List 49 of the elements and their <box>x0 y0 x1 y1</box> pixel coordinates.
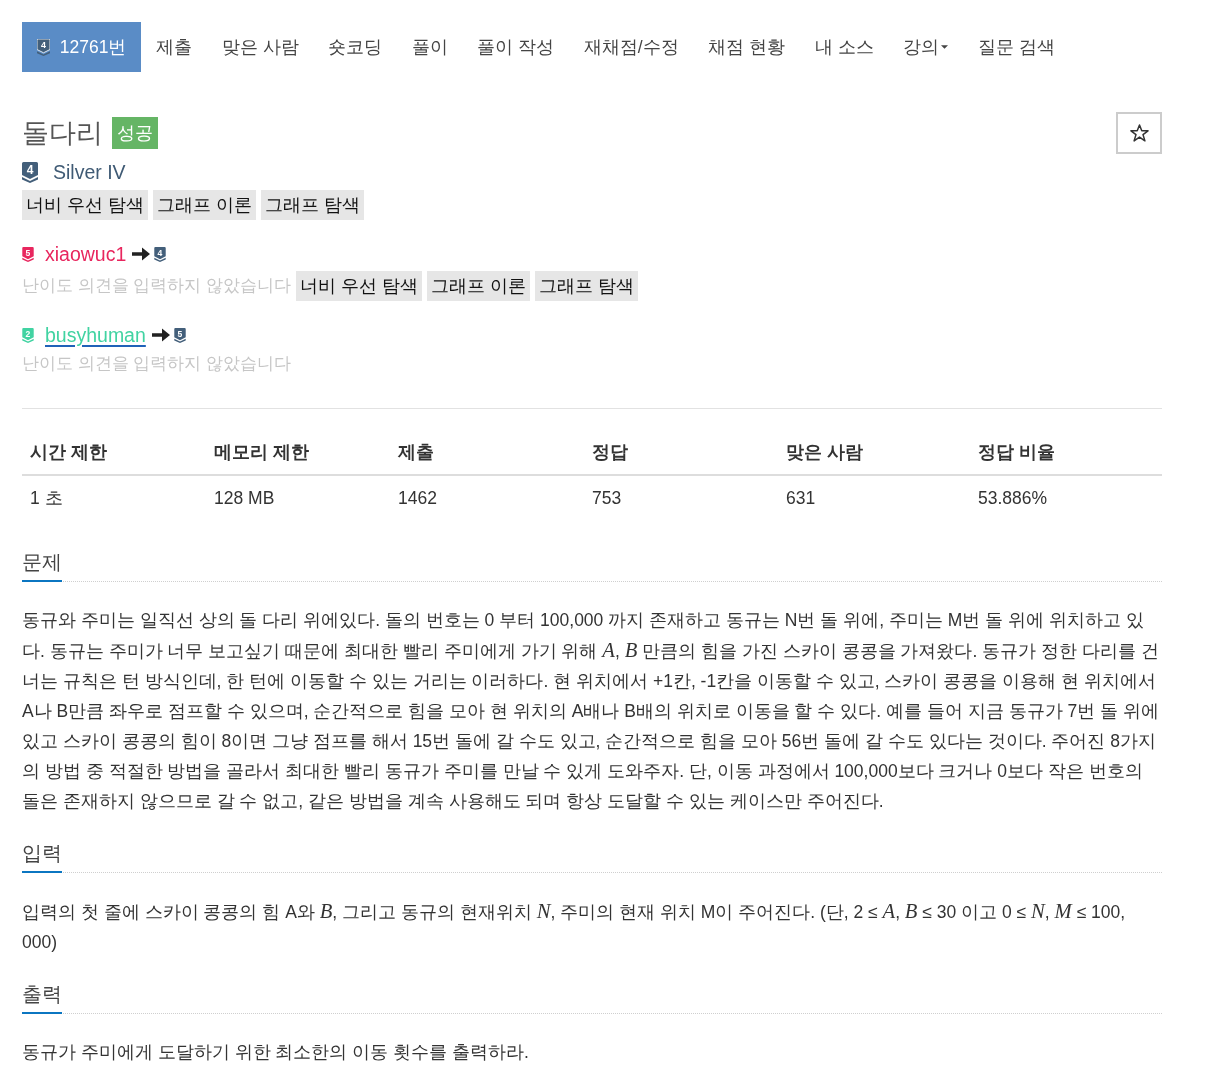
tag[interactable]: 그래프 탐색 <box>261 190 365 220</box>
tier-badge: 2 <box>22 327 34 343</box>
nav-tab[interactable]: 질문 검색 <box>963 22 1070 72</box>
arrow-icon <box>150 327 171 343</box>
opinion-note: 난이도 의견을 입력하지 않았습니다 <box>22 353 292 375</box>
tag[interactable]: 너비 우선 탐색 <box>22 190 148 220</box>
section-heading: 입력 <box>22 839 62 873</box>
tag[interactable]: 그래프 탐색 <box>535 271 639 301</box>
nav-tab[interactable]: 풀이 작성 <box>462 22 569 72</box>
table-cell-text: 128 MB <box>213 487 276 510</box>
opinion-note: 난이도 의견을 입력하지 않았습니다 <box>22 275 292 297</box>
section-text: 동규와 주미는 일직선 상의 돌 다리 위에있다. 돌의 번호는 0 부터 100,000 까지 존재하고 동규는 N번 돌 위에, 주미는 M번 돌 위에 위치하고 있다. 동규는 주미가 너무 보고싶기 때문에 최대한 빨리 주미에게 가기 위해 A, B 만큼의 힘을 가진 스카이 콩콩을 가져왔다. 동규가 정한 다리를 건너는 규칙은 턴 방식인데, 한 턴에 이동할 수 있는 거리는 이러하다. 현 위치에서 +1칸, -1칸을 이동할 수 있고, 스카이 콩콩을 이용해 현 위치에서 A나 B만큼 좌우로 점프할 수 있으며, 순간적으로 힘을 모아 현 위치의 A배나 B배의 위치로 이동을 할 수 있다. 예를 들어 지금 동규가 7번 돌 위에 있고 스카이 콩콩의 힘이 8이면 그냥 점프를 해서 15번 돌에 갈 수도 있고, 순간적으로 힘을 모아 56번 돌에 갈 수도 있다는 것이다. 주어진 8가지의 방법 중 적절한 방법을 골라서 최대한 빨리 동규가 주미를 만날 수 있게 도와주자. 단, 이동 과정에서 100,000보다 크거나 0보다 작은 번호의 돌은 존재하지 않으므로 갈 수 없고, 같은 방법을 계속 사용해도 되며 항상 도달할 수 있는 케이스만 주어진다. <box>22 609 1160 813</box>
nav-tab[interactable]: 재채점/수정 <box>569 22 694 72</box>
nav-tab[interactable]: 강의 <box>888 22 963 72</box>
result-label: 성공 <box>112 117 158 149</box>
column-header: 메모리 제한 <box>206 429 390 476</box>
table-cell-text: 631 <box>785 487 817 510</box>
nav-tab[interactable]: 맞은 사람 <box>206 22 314 72</box>
nav-tab[interactable]: 숏코딩 <box>313 22 397 72</box>
arrow-icon <box>131 246 152 262</box>
table-cell-text: 53.886% <box>977 487 1049 510</box>
tag[interactable]: 그래프 이론 <box>427 271 531 301</box>
tier-badge: 5 <box>22 246 34 262</box>
user-link[interactable]: xiaowuc1 <box>45 242 127 266</box>
section-heading: 문제 <box>22 548 62 582</box>
column-header: 시간 제한 <box>22 429 206 476</box>
section-text: 입력의 첫 줄에 스카이 콩콩의 힘 A와 B, 그리고 동규의 현재위치 N, 주미의 현재 위치 M이 주어진다. (단, 2 ≤ A, B ≤ 30 이고 0 ≤ N, M ≤ 100, 000) <box>22 899 1127 954</box>
nav-tab[interactable]: 제출 <box>141 22 207 72</box>
nav-tab[interactable]: 풀이 <box>396 22 463 72</box>
tier-badge: 5 <box>173 327 186 343</box>
table-cell-text: 753 <box>591 487 623 510</box>
column-header: 제출 <box>390 429 584 476</box>
section-text: 동규가 주미에게 도달하기 위한 최소한의 이동 횟수를 출력하라. <box>22 1041 530 1064</box>
problem-title: 돌다리 <box>22 117 103 150</box>
nav-tab[interactable]: 4 12761번 <box>22 22 142 72</box>
column-header: 맞은 사람 <box>778 429 970 476</box>
table-cell-text: 1 초 <box>29 487 64 510</box>
nav-tab[interactable]: 내 소스 <box>799 22 889 72</box>
column-header: 정답 <box>584 429 778 476</box>
tier-badge: 4 <box>154 246 167 262</box>
nav-tab[interactable]: 채점 현황 <box>693 22 800 72</box>
star-button[interactable] <box>1116 112 1162 154</box>
section-heading: 출력 <box>22 980 62 1014</box>
table-cell-text: 1462 <box>397 487 438 510</box>
tier-badge: 4 <box>36 38 50 56</box>
tag[interactable]: 그래프 이론 <box>153 190 257 220</box>
tier-link[interactable]: Silver IV <box>53 160 126 184</box>
column-header: 정답 비율 <box>970 429 1162 476</box>
tag[interactable]: 너비 우선 탐색 <box>296 271 423 301</box>
